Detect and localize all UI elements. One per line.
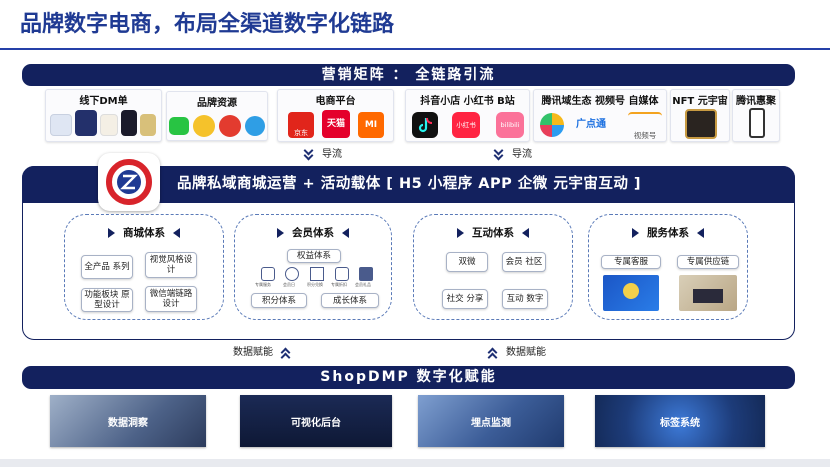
flow-label: 导流 (322, 149, 342, 160)
dmp-data-insight: 数据洞察 (50, 395, 206, 447)
channel-tencent-huiju: 腾讯惠聚 (732, 89, 780, 142)
channel-label: NFT 元宇宙 (672, 96, 728, 107)
card-title: 商城体系 (123, 227, 165, 239)
flow-top-right: 导流 (492, 145, 532, 160)
title-underline (0, 48, 830, 50)
card-interaction-system: 互动体系 双微 会员 社区 社交 分享 互动 数字 (413, 214, 573, 320)
flow-bottom-left: 数据赋能 (233, 343, 293, 362)
card-title: 互动体系 (472, 227, 514, 239)
channel-nft: NFT 元宇宙 (670, 89, 730, 142)
triangle-right-icon (632, 227, 639, 238)
card-header: 服务体系 (589, 225, 747, 240)
chevron-up-icon (486, 345, 500, 362)
benefit-icon (335, 267, 349, 281)
dmp-visual-backend: 可视化后台 (240, 395, 392, 447)
rights-system-label: 权益体系 (287, 249, 341, 263)
social-apps-icon: 小红书 bilibili (412, 110, 526, 140)
flow-top-left: 导流 (302, 145, 342, 160)
triangle-right-icon (108, 227, 115, 238)
channel-ecommerce: 电商平台 京东 天猫 MI (277, 89, 394, 142)
card-header: 商城体系 (65, 225, 223, 240)
supply-chain-image (679, 275, 737, 311)
benefit-label: 专属折扣 (331, 282, 347, 287)
card-title: 会员体系 (292, 227, 334, 239)
tmall-app-icon: 天猫 (322, 110, 350, 138)
flow-label: 数据赋能 (233, 347, 273, 358)
chevron-down-icon (302, 145, 316, 160)
channel-label: 电商平台 (315, 96, 356, 107)
card-item: 积分体系 (251, 293, 307, 308)
chevron-up-icon (279, 345, 293, 362)
bilibili-app-icon: bilibili (496, 112, 524, 138)
marketing-matrix-band: 营销矩阵 ： 全链路引流 (22, 64, 795, 86)
aperture-icon (540, 113, 564, 137)
card-header: 互动体系 (414, 225, 572, 240)
flow-bottom-right: 数据赋能 (486, 343, 546, 362)
benefit-label: 积分兑换 (307, 282, 323, 287)
channel-brand-resources: 品牌资源 (166, 91, 268, 141)
card-member-system: 会员体系 权益体系 专属服务 会员日 积分兑换 专属折扣 会员礼品 积分体系 成… (234, 214, 392, 320)
benefit-icon (285, 267, 299, 281)
shipinhao-logo: 视频号 (628, 112, 662, 140)
page-title: 品牌数字电商，布局全渠道数字化链路 (20, 12, 395, 37)
douyin-app-icon (412, 112, 438, 138)
ecommerce-apps-icon: 京东 天猫 MI (288, 108, 388, 140)
channel-label: 腾讯惠聚 (736, 96, 776, 107)
triangle-right-icon (277, 227, 284, 238)
channel-label: 品牌资源 (197, 98, 237, 109)
benefit-label: 专属服务 (255, 282, 271, 287)
mi-app-icon: MI (358, 112, 384, 138)
channel-label: 抖音小店 小红书 B站 (420, 96, 515, 107)
card-item: 专属客服 (601, 255, 661, 269)
channel-label: 线下DM单 (79, 96, 128, 107)
triangle-left-icon (697, 227, 704, 238)
card-item: 成长体系 (321, 293, 379, 308)
card-item: 微信端链路设计 (145, 286, 197, 312)
triangle-left-icon (342, 227, 349, 238)
flow-label: 数据赋能 (506, 347, 546, 358)
card-title: 服务体系 (647, 227, 689, 239)
dmp-tag-system: 标签系统 (595, 395, 765, 447)
card-header: 会员体系 (235, 225, 391, 240)
benefit-icon (359, 267, 373, 281)
shopdmp-band: ShopDMP 数字化赋能 (22, 366, 795, 389)
card-item: 双微 (446, 252, 488, 272)
customer-service-image (603, 275, 659, 311)
nft-icon (685, 109, 717, 139)
channel-tencent: 腾讯域生态 视频号 自媒体 广点通 视频号 (533, 89, 667, 142)
footer-strip (0, 459, 830, 467)
channel-social: 抖音小店 小红书 B站 小红书 bilibili (405, 89, 530, 142)
triangle-left-icon (173, 227, 180, 238)
card-item: 会员 社区 (502, 252, 546, 272)
tencent-apps-icon: 广点通 视频号 (536, 108, 666, 140)
brand-logo-icon (98, 153, 160, 211)
card-item: 功能板块 原型设计 (81, 288, 133, 312)
dmp-tracking-monitor: 埋点监测 (418, 395, 564, 447)
channel-label: 腾讯域生态 视频号 自媒体 (541, 96, 659, 107)
member-benefit-icons: 专属服务 会员日 积分兑换 专属折扣 会员礼品 (255, 265, 375, 289)
chevron-down-icon (492, 145, 506, 160)
card-item: 专属供应链 (677, 255, 739, 269)
triangle-left-icon (522, 227, 529, 238)
flow-label: 导流 (512, 149, 532, 160)
card-service-system: 服务体系 专属客服 专属供应链 (588, 214, 748, 320)
benefit-label: 会员礼品 (355, 282, 371, 287)
phone-icon (749, 108, 765, 138)
triangle-right-icon (457, 227, 464, 238)
benefit-icon (261, 267, 275, 281)
channel-offline-dm: 线下DM单 (45, 89, 162, 142)
benefit-icon (310, 267, 324, 281)
guangdiantong-logo: 广点通 (576, 119, 606, 130)
card-item: 互动 数字 (502, 289, 548, 309)
card-mall-system: 商城体系 全产品 系列 视觉风格设计 功能板块 原型设计 微信端链路设计 (64, 214, 224, 320)
brand-apps-icon (169, 112, 267, 138)
card-item: 社交 分享 (442, 289, 488, 309)
xiaohongshu-app-icon: 小红书 (452, 112, 480, 138)
print-material-icon (50, 108, 158, 140)
card-item: 全产品 系列 (81, 255, 133, 279)
jd-app-icon: 京东 (288, 112, 314, 138)
card-item: 视觉风格设计 (145, 252, 197, 278)
benefit-label: 会员日 (283, 282, 295, 287)
